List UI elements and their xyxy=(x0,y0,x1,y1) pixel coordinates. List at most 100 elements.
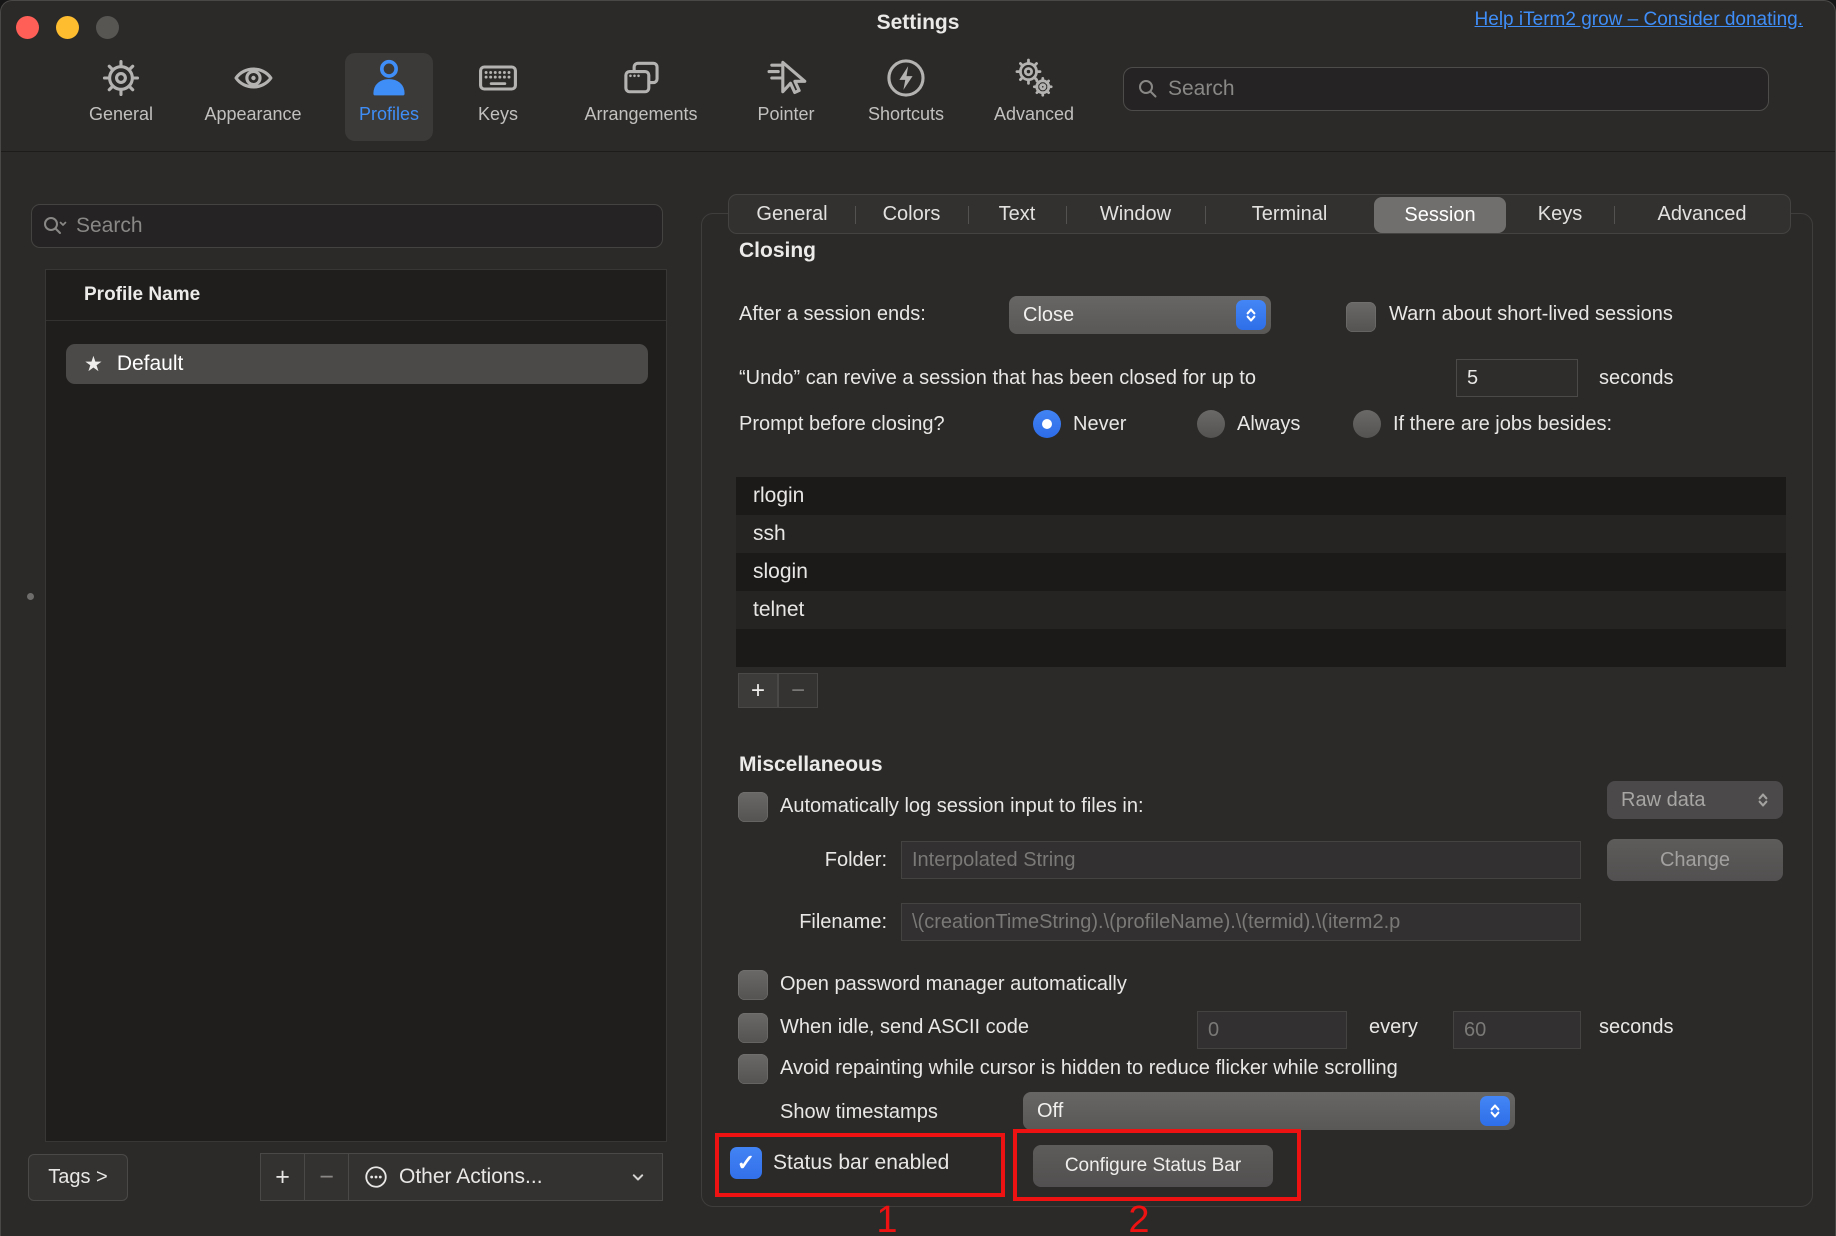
person-icon xyxy=(367,53,411,103)
annotation-box-2 xyxy=(1013,1129,1301,1201)
updown-chevron-icon xyxy=(1236,300,1266,330)
gears-icon xyxy=(1011,53,1057,103)
updown-chevron-icon xyxy=(1480,1096,1510,1126)
toolbar-item-label: Arrangements xyxy=(584,104,697,125)
toolbar-item-shortcuts[interactable]: Shortcuts xyxy=(868,53,944,141)
log-format-popup[interactable]: Raw data xyxy=(1607,781,1783,819)
toolbar-divider xyxy=(1,151,1835,152)
prompt-never-radio[interactable] xyxy=(1033,410,1061,438)
profile-list: Profile Name ★ Default xyxy=(45,269,667,1142)
toolbar-item-label: Profiles xyxy=(359,104,419,125)
remove-profile-button[interactable]: − xyxy=(304,1153,349,1201)
undo-seconds-field[interactable] xyxy=(1456,359,1578,397)
tab-keys[interactable]: Keys xyxy=(1506,195,1614,233)
avoid-repaint-checkbox[interactable] xyxy=(738,1054,768,1084)
change-folder-button[interactable]: Change xyxy=(1607,839,1783,881)
toolbar-item-advanced[interactable]: Advanced xyxy=(994,53,1074,141)
profile-name: Default xyxy=(117,352,184,376)
tags-button[interactable]: Tags > xyxy=(28,1154,128,1201)
toolbar-item-pointer[interactable]: Pointer xyxy=(757,53,814,141)
profile-search[interactable] xyxy=(31,204,663,248)
star-icon: ★ xyxy=(84,352,103,377)
password-manager-checkbox[interactable] xyxy=(738,970,768,1000)
job-row[interactable]: ssh xyxy=(736,515,1786,553)
filename-field[interactable] xyxy=(901,903,1581,941)
avoid-repaint-label: Avoid repainting while cursor is hidden … xyxy=(780,1057,1398,1080)
timestamps-popup[interactable]: Off xyxy=(1023,1092,1515,1130)
toolbar-item-label: General xyxy=(89,104,153,125)
prompt-always-radio[interactable] xyxy=(1197,410,1225,438)
toolbar-item-keys[interactable]: Keys xyxy=(475,53,521,141)
other-actions-label: Other Actions... xyxy=(399,1165,543,1189)
toolbar-item-label: Advanced xyxy=(994,104,1074,125)
other-actions-button[interactable]: Other Actions... xyxy=(348,1153,663,1201)
password-manager-label: Open password manager automatically xyxy=(780,973,1127,996)
closing-heading: Closing xyxy=(739,239,816,263)
toolbar-search[interactable] xyxy=(1123,67,1769,111)
idle-checkbox[interactable] xyxy=(738,1013,768,1043)
search-icon xyxy=(1136,77,1160,101)
eye-icon xyxy=(230,53,276,103)
add-profile-button[interactable]: + xyxy=(260,1153,305,1201)
job-row[interactable]: telnet xyxy=(736,591,1786,629)
tab-colors[interactable]: Colors xyxy=(855,195,968,233)
windows-icon xyxy=(618,53,664,103)
after-session-popup[interactable]: Close xyxy=(1009,296,1271,334)
toolbar-item-appearance[interactable]: Appearance xyxy=(204,53,301,141)
warn-short-lived-checkbox[interactable] xyxy=(1346,302,1376,332)
donate-link[interactable]: Help iTerm2 grow – Consider donating. xyxy=(1475,9,1803,31)
warn-short-lived-label: Warn about short-lived sessions xyxy=(1389,303,1673,326)
tab-window[interactable]: Window xyxy=(1066,195,1205,233)
profile-search-input[interactable] xyxy=(76,214,652,238)
toolbar-item-general[interactable]: General xyxy=(89,53,153,141)
header-divider xyxy=(46,320,666,321)
after-session-value: Close xyxy=(1023,304,1074,327)
log-format-value: Raw data xyxy=(1621,789,1706,812)
updown-chevron-icon xyxy=(1748,785,1778,815)
undo-seconds-unit: seconds xyxy=(1599,367,1674,390)
toolbar-item-label: Shortcuts xyxy=(868,104,944,125)
tab-general[interactable]: General xyxy=(729,195,855,233)
idle-every-label: every xyxy=(1369,1016,1418,1039)
after-session-label: After a session ends: xyxy=(739,303,926,326)
window-edge-dot xyxy=(27,593,34,600)
toolbar-item-profiles[interactable]: Profiles xyxy=(345,53,433,141)
tab-text[interactable]: Text xyxy=(968,195,1066,233)
job-row[interactable]: slogin xyxy=(736,553,1786,591)
idle-every-field[interactable] xyxy=(1453,1011,1581,1049)
tab-terminal[interactable]: Terminal xyxy=(1205,195,1374,233)
idle-code-field[interactable] xyxy=(1197,1011,1347,1049)
prompt-jobs-label: If there are jobs besides: xyxy=(1393,413,1612,436)
prompt-jobs-radio[interactable] xyxy=(1353,410,1381,438)
autolog-checkbox[interactable] xyxy=(738,792,768,822)
timestamps-label: Show timestamps xyxy=(780,1101,938,1124)
job-row[interactable]: rlogin xyxy=(736,477,1786,515)
timestamps-value: Off xyxy=(1037,1100,1063,1123)
prompt-never-label: Never xyxy=(1073,413,1126,436)
toolbar-item-label: Keys xyxy=(478,104,518,125)
folder-field[interactable] xyxy=(901,841,1581,879)
profile-tabs: General Colors Text Window Terminal Sess… xyxy=(728,194,1791,234)
annotation-number-2: 2 xyxy=(1128,1199,1149,1236)
ellipsis-circle-icon xyxy=(363,1164,389,1190)
misc-heading: Miscellaneous xyxy=(739,753,883,777)
jobs-list: rlogin ssh slogin telnet xyxy=(736,477,1786,667)
profile-column-header: Profile Name xyxy=(84,284,200,306)
add-job-button[interactable]: + xyxy=(738,673,778,708)
search-input[interactable] xyxy=(1168,77,1756,101)
remove-job-button[interactable]: − xyxy=(778,673,818,708)
chevron-down-icon xyxy=(628,1167,648,1187)
gear-icon xyxy=(99,53,143,103)
pointer-icon xyxy=(764,53,808,103)
search-filter-icon xyxy=(42,214,68,238)
toolbar-item-arrangements[interactable]: Arrangements xyxy=(584,53,697,141)
annotation-box-1 xyxy=(715,1133,1005,1197)
profile-row-default[interactable]: ★ Default xyxy=(66,344,648,384)
tab-advanced[interactable]: Advanced xyxy=(1614,195,1790,233)
undo-revive-label: “Undo” can revive a session that has bee… xyxy=(739,367,1256,390)
job-row-empty xyxy=(736,629,1786,667)
tab-session[interactable]: Session xyxy=(1374,197,1506,233)
prompt-always-label: Always xyxy=(1237,413,1300,436)
autolog-label: Automatically log session input to files… xyxy=(780,795,1144,818)
folder-label: Folder: xyxy=(739,849,887,872)
